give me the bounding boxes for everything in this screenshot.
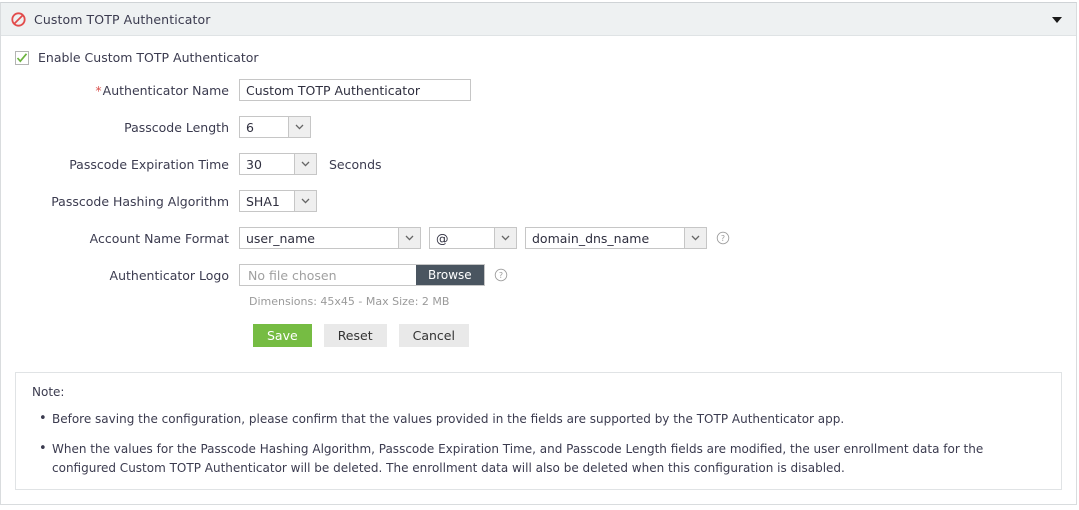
account-name-format-control: user_name @ domain_dns_name ? <box>239 227 730 249</box>
form-row-passcode-hashing: Passcode Hashing Algorithm SHA1 <box>1 190 1076 212</box>
passcode-expiration-value: 30 <box>246 156 262 172</box>
form-row-account-name-format: Account Name Format user_name @ domain_d… <box>1 227 1076 249</box>
passcode-hashing-control: SHA1 <box>239 190 317 212</box>
chevron-down-icon <box>294 154 316 174</box>
browse-button[interactable]: Browse <box>416 265 484 285</box>
authenticator-form: *Authenticator Name Passcode Length 6 <box>1 79 1076 347</box>
passcode-hashing-select[interactable]: SHA1 <box>239 190 317 212</box>
passcode-length-control: 6 <box>239 116 311 138</box>
note-list: Before saving the configuration, please … <box>32 409 1045 478</box>
list-item: Before saving the configuration, please … <box>39 409 1045 429</box>
chevron-down-icon[interactable] <box>1052 17 1062 23</box>
account-name-part3-value: domain_dns_name <box>532 230 650 246</box>
authenticator-name-input[interactable] <box>239 79 471 101</box>
passcode-expiration-control: 30 Seconds <box>239 153 382 175</box>
enable-custom-totp-checkbox[interactable] <box>15 50 29 65</box>
chevron-down-icon <box>294 191 316 211</box>
authenticator-logo-control: No file chosen Browse ? <box>239 264 508 286</box>
chevron-down-icon <box>398 228 420 248</box>
note-box: Note: Before saving the configuration, p… <box>15 372 1062 490</box>
custom-totp-authenticator-panel: Custom TOTP Authenticator Enable Custom … <box>0 2 1077 505</box>
chevron-down-icon <box>494 228 516 248</box>
svg-text:?: ? <box>499 271 503 280</box>
account-name-part3-select[interactable]: domain_dns_name <box>525 227 707 249</box>
logo-file-name: No file chosen <box>248 267 337 283</box>
list-item: When the values for the Passcode Hashing… <box>39 439 1045 478</box>
panel-title: Custom TOTP Authenticator <box>34 11 211 27</box>
account-name-separator-select[interactable]: @ <box>429 227 517 249</box>
passcode-length-select[interactable]: 6 <box>239 116 311 138</box>
chevron-down-icon <box>288 117 310 137</box>
form-row-authenticator-logo: Authenticator Logo No file chosen Browse… <box>1 264 1076 286</box>
passcode-expiration-select[interactable]: 30 <box>239 153 317 175</box>
note-title: Note: <box>32 385 65 399</box>
prohibited-circle-icon <box>11 11 26 27</box>
passcode-expiration-unit: Seconds <box>329 156 382 172</box>
form-actions: Save Reset Cancel <box>253 324 1076 347</box>
enable-checkbox-row: Enable Custom TOTP Authenticator <box>1 36 1076 65</box>
account-name-part1-value: user_name <box>246 230 315 246</box>
svg-text:?: ? <box>721 234 725 243</box>
cancel-button[interactable]: Cancel <box>398 324 469 347</box>
passcode-length-value: 6 <box>246 119 254 135</box>
required-marker: * <box>95 82 102 98</box>
logo-file-picker[interactable]: No file chosen Browse <box>239 264 485 286</box>
checkmark-icon <box>16 52 28 63</box>
authenticator-name-label: *Authenticator Name <box>1 83 239 98</box>
reset-button[interactable]: Reset <box>323 324 387 347</box>
save-button[interactable]: Save <box>253 324 312 347</box>
logo-dimensions-hint: Dimensions: 45x45 - Max Size: 2 MB <box>249 295 450 308</box>
question-mark-icon[interactable]: ? <box>716 231 730 245</box>
passcode-hashing-label: Passcode Hashing Algorithm <box>51 193 229 209</box>
authenticator-logo-label: Authenticator Logo <box>109 267 229 283</box>
account-name-format-label: Account Name Format <box>89 230 229 246</box>
form-row-authenticator-name: *Authenticator Name <box>1 79 1076 101</box>
panel-header: Custom TOTP Authenticator <box>1 3 1076 36</box>
account-name-separator-value: @ <box>436 230 449 246</box>
passcode-hashing-value: SHA1 <box>246 193 280 209</box>
authenticator-name-label-text: Authenticator Name <box>102 82 229 98</box>
passcode-length-label: Passcode Length <box>124 119 229 135</box>
question-mark-icon[interactable]: ? <box>494 268 508 282</box>
form-row-passcode-expiration: Passcode Expiration Time 30 Seconds <box>1 153 1076 175</box>
passcode-expiration-label: Passcode Expiration Time <box>69 156 229 172</box>
chevron-down-icon <box>684 228 706 248</box>
authenticator-name-control <box>239 79 471 101</box>
account-name-part1-select[interactable]: user_name <box>239 227 421 249</box>
enable-checkbox-label: Enable Custom TOTP Authenticator <box>38 50 259 65</box>
panel-body: Enable Custom TOTP Authenticator *Authen… <box>1 36 1076 490</box>
form-row-passcode-length: Passcode Length 6 <box>1 116 1076 138</box>
